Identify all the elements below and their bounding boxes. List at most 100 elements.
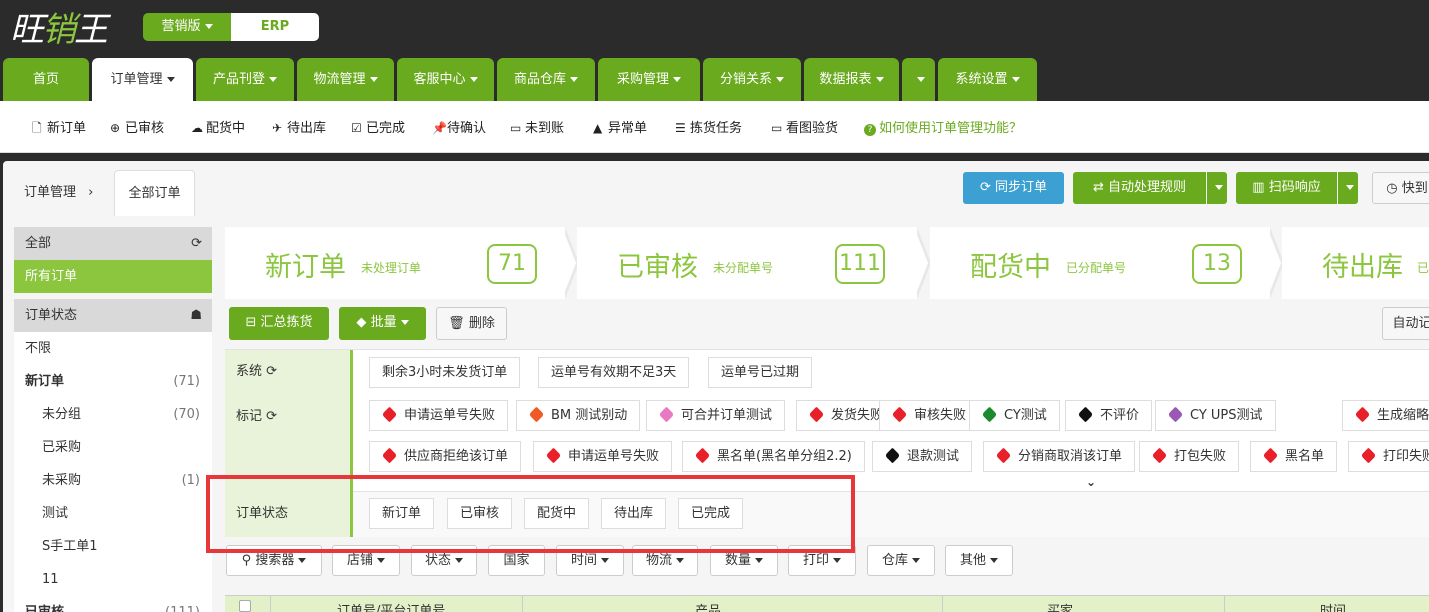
sitemap-icon[interactable]: ☗ — [190, 299, 202, 332]
sidebar-item-2[interactable]: 未分组 (70) — [14, 398, 212, 431]
tab-nav-3[interactable]: 物流管理 — [297, 58, 394, 101]
tab-nav-9[interactable] — [902, 58, 935, 101]
brand-logo[interactable]: 旺销王 — [10, 2, 108, 51]
quick-button[interactable]: ◷ 快到 — [1372, 172, 1429, 204]
subnav-item-2[interactable]: ☁ 配货中 — [191, 117, 245, 136]
subnav-item-5[interactable]: 📌待确认 — [432, 117, 486, 136]
system-filter-tag[interactable]: 运单号有效期不足3天 — [538, 357, 690, 388]
refresh-icon[interactable]: ⟳ — [266, 409, 277, 424]
mark-filter-tag[interactable]: 不评价 — [1065, 400, 1153, 431]
tab-nav-1[interactable]: 订单管理 — [92, 58, 193, 101]
mark-filter-tag[interactable]: 可合并订单测试 — [646, 400, 786, 431]
mark-filter-tag[interactable]: 打印失败 — [1348, 441, 1429, 472]
subnav-item-10[interactable]: ? 如何使用订单管理功能？ — [864, 117, 1022, 136]
tab-nav-10[interactable]: 系统设置 — [938, 58, 1037, 101]
mark-filter-tag[interactable]: CY UPS测试 — [1155, 400, 1276, 431]
sidebar-item-all-orders[interactable]: 所有订单 — [14, 260, 212, 293]
mark-filter-tag[interactable]: 申请运单号失败 — [533, 441, 673, 472]
tab-nav-4[interactable]: 客服中心 — [397, 58, 494, 101]
subnav-item-4[interactable]: ☑ 已完成 — [351, 117, 405, 136]
mark-filter-tag[interactable]: CY测试 — [969, 400, 1060, 431]
subnav-item-label: 拣货任务 — [690, 121, 743, 136]
scan-response-button[interactable]: ▥ 扫码响应 — [1236, 172, 1337, 204]
scan-response-dropdown[interactable] — [1338, 172, 1358, 204]
toolbar-filter-8[interactable]: 仓库 — [867, 545, 935, 576]
column-buyer[interactable]: 买家 — [1047, 600, 1073, 612]
subnav-item-6[interactable]: ▭ 未到账 — [510, 117, 564, 136]
system-filter-tag[interactable]: 剩余3小时未发货订单 — [369, 357, 521, 388]
mark-filter-tag[interactable]: 黑名单 — [1250, 441, 1338, 472]
column-order-number[interactable]: 订单号/平台订单号 — [337, 600, 445, 612]
sidebar-item-1[interactable]: 新订单 (71) — [14, 365, 212, 398]
mark-filter-tag[interactable]: 打包失败 — [1139, 441, 1240, 472]
sidebar-item-6[interactable]: S手工单1 — [14, 530, 212, 563]
sync-orders-button[interactable]: ⟳ 同步订单 — [963, 172, 1064, 204]
sidebar-item-7[interactable]: 11 — [14, 563, 212, 596]
tab-nav-6[interactable]: 采购管理 — [598, 58, 700, 101]
column-time[interactable]: 时间 — [1320, 600, 1346, 612]
sidebar-item-3[interactable]: 已采购 — [14, 431, 212, 464]
subnav-item-label: 待出库 — [287, 121, 327, 136]
mark-filter-tag[interactable]: 申请运单号失败 — [369, 400, 509, 431]
summary-pick-button[interactable]: ⊟ 汇总拣货 — [229, 307, 329, 340]
subnav-item-0[interactable]: 🗋 新订单 — [32, 117, 86, 140]
tab-nav-7[interactable]: 分销关系 — [703, 58, 801, 101]
auto-rule-button[interactable]: ⇄ 自动处理规则 — [1073, 172, 1206, 204]
chevron-down-icon — [469, 77, 478, 82]
subnav-item-3[interactable]: ✈ 待出库 — [272, 117, 326, 136]
mark-filter-tag[interactable]: 退款测试 — [872, 441, 973, 472]
step-1[interactable]: 已审核 未分配单号 111 — [577, 227, 917, 299]
edition-label: 营销版 — [161, 19, 201, 34]
subnav-item-9[interactable]: ▭ 看图验货 — [771, 117, 838, 136]
mark-filter-tag[interactable]: 生成缩略图 — [1342, 400, 1429, 431]
mark-filter-tag[interactable]: 审核失败 — [879, 400, 980, 431]
expand-icon[interactable]: ⌄ — [1086, 475, 1096, 489]
mark-filter-tag[interactable]: 分销商取消该订单 — [983, 441, 1136, 472]
plane-icon: ✈ — [272, 121, 283, 135]
tab-nav-label: 客服中心 — [413, 72, 466, 87]
tab-nav-5[interactable]: 商品仓库 — [497, 58, 595, 101]
tab-nav-8[interactable]: 数据报表 — [804, 58, 899, 101]
auto-mark-button[interactable]: 自动记 — [1382, 307, 1429, 340]
top-header: 旺销王 营销版 ERP — [0, 0, 1429, 58]
subnav-item-8[interactable]: ☰ 拣货任务 — [675, 117, 742, 136]
sidebar-item-0[interactable]: 不限 — [14, 332, 212, 365]
tag-label: 黑名单 — [1285, 449, 1325, 464]
auto-rule-dropdown[interactable] — [1207, 172, 1227, 204]
subnav-item-7[interactable]: ▲ 异常单 — [593, 117, 647, 136]
step-2[interactable]: 配货中 已分配单号 13 — [930, 227, 1270, 299]
refresh-icon[interactable]: ⟳ — [266, 364, 277, 379]
tab-all-orders[interactable]: 全部订单 — [114, 170, 195, 216]
subnav-item-label: 异常单 — [608, 121, 648, 136]
mark-filter-tag[interactable]: 黑名单(黑名单分组2.2) — [682, 441, 865, 472]
tab-nav-2[interactable]: 产品刊登 — [196, 58, 294, 101]
sidebar-item-5[interactable]: 测试 — [14, 497, 212, 530]
step-3[interactable]: 待出库已 — [1282, 227, 1429, 299]
tag-icon — [1151, 447, 1168, 464]
sidebar-item-8[interactable]: 已审核 (111) — [14, 596, 212, 612]
step-0[interactable]: 新订单 未处理订单 71 — [225, 227, 565, 299]
column-product[interactable]: 产品 — [695, 600, 721, 612]
tag-icon — [381, 406, 398, 423]
chevron-down-icon — [912, 558, 920, 563]
system-filter-tag[interactable]: 运单号已过期 — [708, 357, 813, 388]
auto-mark-label: 自动记 — [1392, 316, 1429, 331]
toolbar-filter-label: 状态 — [424, 553, 451, 568]
mark-filter-tag[interactable]: BM 测试别动 — [516, 400, 641, 431]
batch-dropdown-button[interactable]: ◆ 批量 — [339, 307, 426, 340]
sidebar-item-label: 测试 — [42, 506, 69, 521]
subnav-item-1[interactable]: ⊕ 已审核 — [110, 117, 164, 136]
refresh-icon[interactable]: ⟳ — [191, 227, 202, 260]
erp-badge[interactable]: ERP — [231, 13, 319, 41]
tab-nav-0[interactable]: 首页 — [3, 58, 89, 101]
sidebar-item-4[interactable]: 未采购 (1) — [14, 464, 212, 497]
select-all-checkbox[interactable] — [239, 600, 251, 612]
tag-label: 申请运单号失败 — [568, 449, 660, 464]
mark-filter-tag[interactable]: 供应商拒绝该订单 — [369, 441, 522, 472]
tab-nav-label: 数据报表 — [819, 72, 872, 87]
edition-dropdown[interactable]: 营销版 — [143, 13, 231, 41]
breadcrumb-root[interactable]: 订单管理 — [24, 185, 76, 200]
subnav-item-label: 未到账 — [525, 121, 565, 136]
delete-button[interactable]: 🗑 删除 — [436, 307, 507, 340]
toolbar-filter-9[interactable]: 其他 — [945, 545, 1013, 576]
